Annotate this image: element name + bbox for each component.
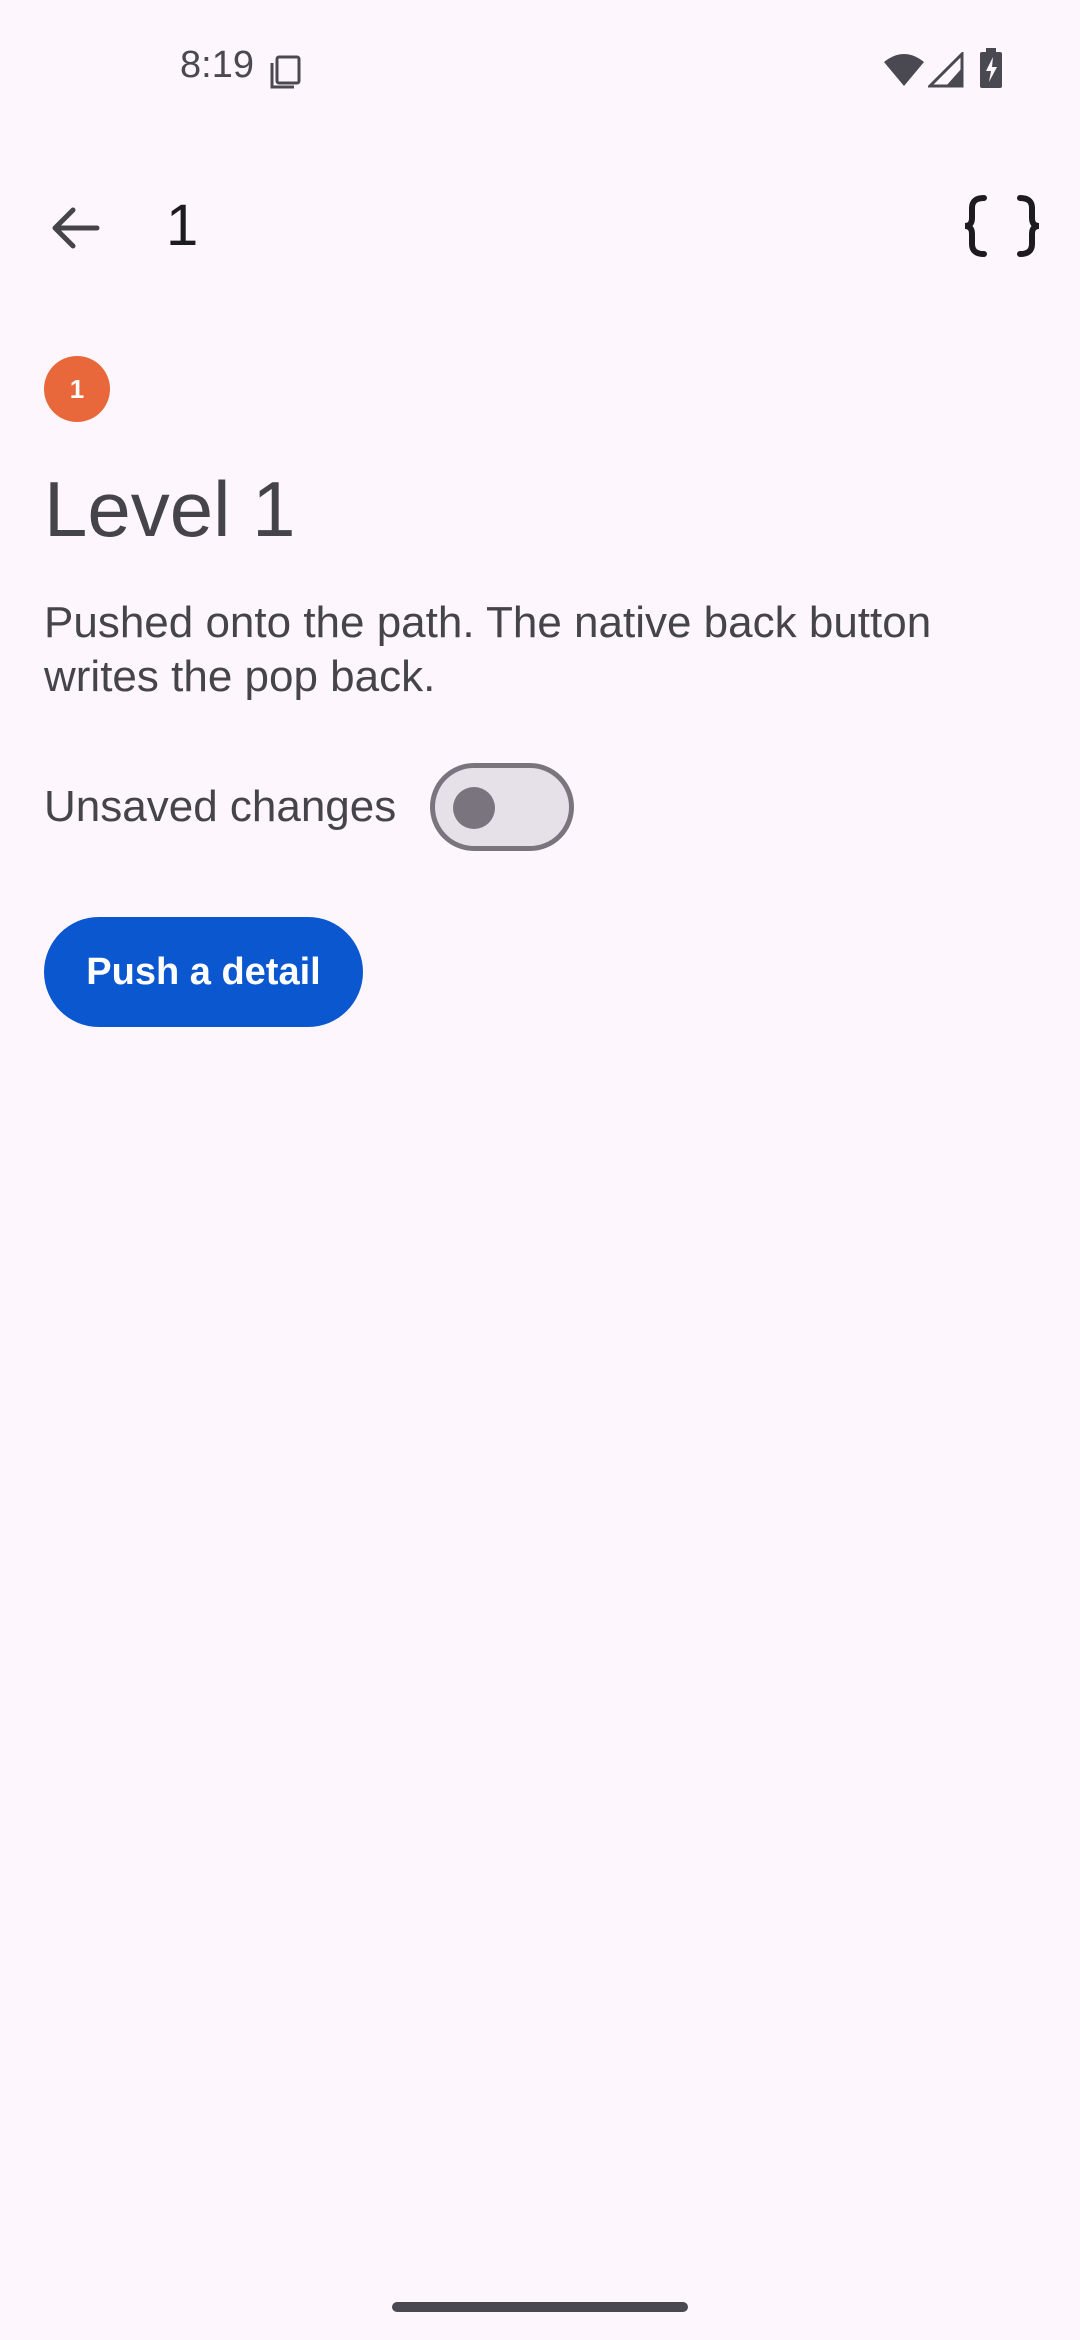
switch-thumb bbox=[453, 787, 496, 829]
curly-braces-icon bbox=[962, 194, 1042, 263]
back-button[interactable] bbox=[36, 190, 116, 270]
push-detail-button[interactable]: Push a detail bbox=[44, 917, 363, 1027]
level-badge: 1 bbox=[44, 356, 110, 422]
arrow-back-icon bbox=[51, 206, 101, 255]
wifi-icon bbox=[882, 52, 926, 88]
status-time: 8:19 bbox=[180, 44, 254, 86]
toggle-label: Unsaved changes bbox=[44, 782, 397, 831]
page-title: Level 1 bbox=[44, 465, 296, 553]
screen: 8:19 1 1 Level 1 Pushed onto the path. T… bbox=[0, 0, 1080, 2340]
battery-charging-icon bbox=[980, 48, 1002, 88]
unsaved-changes-row: Unsaved changes bbox=[44, 762, 575, 852]
sim-card-icon bbox=[268, 53, 304, 89]
cell-signal-icon bbox=[926, 50, 964, 88]
gesture-handle[interactable] bbox=[392, 2302, 688, 2312]
json-view-button[interactable] bbox=[956, 188, 1048, 268]
top-app-bar: 1 bbox=[0, 170, 1080, 280]
page-description: Pushed onto the path. The native back bu… bbox=[44, 598, 932, 701]
app-bar-title: 1 bbox=[166, 193, 199, 258]
unsaved-changes-switch[interactable] bbox=[430, 763, 575, 851]
status-bar: 8:19 bbox=[0, 0, 1080, 140]
